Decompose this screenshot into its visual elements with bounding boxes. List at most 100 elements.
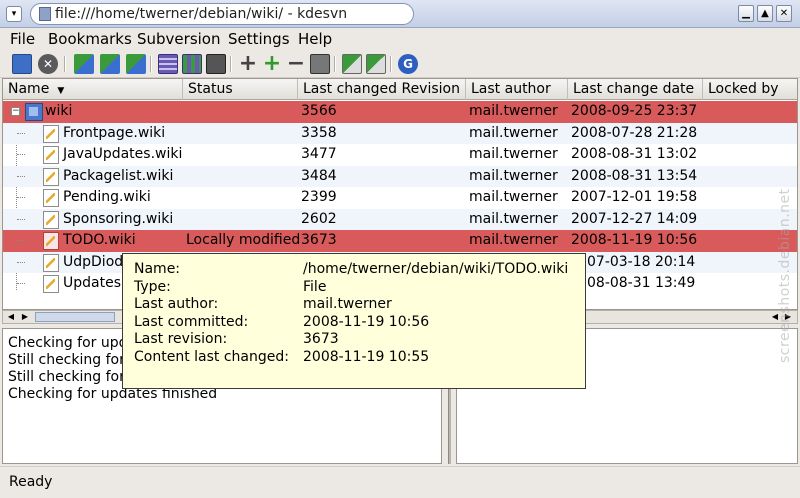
column-locked[interactable]: Locked by [703, 79, 797, 100]
tooltip-label: Name: [134, 261, 181, 277]
window-title: file:///home/twerner/debian/wiki/ - kdes… [30, 3, 414, 25]
row-name: Updates. [63, 275, 126, 291]
row-name: Pending.wiki [63, 189, 151, 205]
tree-branch [17, 261, 25, 263]
toolbar-separator [230, 56, 232, 72]
menu-help[interactable]: Help [298, 29, 332, 49]
folder-icon [25, 103, 43, 121]
tree-branch [17, 175, 25, 177]
export-icon[interactable] [366, 54, 386, 74]
log-icon[interactable] [158, 54, 178, 74]
toolbar: ✕ + + − G [0, 50, 800, 78]
revert-icon[interactable] [310, 54, 330, 74]
row-date: 2008-07-28 21:28 [571, 124, 698, 141]
collapse-toggle[interactable]: − [11, 107, 20, 116]
row-author: mail.twerner [469, 232, 558, 248]
row-author: mail.twerner [469, 167, 558, 184]
menu-bookmarks[interactable]: Bookmarks [48, 29, 132, 49]
table-row[interactable]: JavaUpdates.wiki 3477 mail.twerner 2008-… [3, 144, 797, 166]
tooltip-value: mail.twerner [303, 296, 392, 312]
table-row[interactable]: Sponsoring.wiki 2602 mail.twerner 2007-1… [3, 208, 797, 230]
toolbar-separator [390, 56, 392, 72]
maximize-button[interactable]: ▲ [757, 5, 773, 22]
tree-branch [17, 197, 25, 198]
scroll-right-icon[interactable]: ▶ [19, 312, 31, 322]
log-line: Still checking for [8, 369, 125, 385]
row-date: 2008-08-31 13:54 [571, 167, 698, 184]
wiki-file-icon [43, 167, 59, 186]
wiki-file-icon [43, 146, 59, 164]
close-window-button[interactable]: ✕ [776, 5, 792, 22]
status-text: Ready [9, 474, 53, 490]
menu-file[interactable]: File [10, 29, 35, 49]
row-revision: 2399 [301, 189, 337, 205]
tree-branch [17, 132, 25, 134]
row-name: Frontpage.wiki [63, 124, 166, 141]
sort-down-icon: ▼ [57, 86, 65, 96]
column-author[interactable]: Last author [466, 79, 568, 100]
tooltip-label: Content last changed: [134, 348, 289, 365]
tree-branch [17, 218, 25, 220]
row-revision: 3566 [301, 103, 337, 119]
menu-subversion[interactable]: Subversion [137, 29, 221, 49]
tree-branch [17, 240, 25, 241]
scroll-left-icon[interactable]: ◀ [5, 312, 17, 322]
tooltip-value: 2008-11-19 10:55 [303, 348, 430, 365]
row-name: Sponsoring.wiki [63, 210, 174, 227]
update-icon[interactable] [74, 54, 94, 74]
row-name: Packagelist.wiki [63, 167, 174, 184]
column-header: Name ▼ Status Last changed Revision Last … [3, 79, 797, 100]
scrollbar-thumb[interactable] [35, 312, 115, 322]
tooltip-value: /home/twerner/debian/wiki/TODO.wiki [303, 261, 569, 277]
add-icon[interactable]: + [238, 53, 258, 75]
row-author: mail.twerner [469, 103, 558, 119]
tooltip-label: Last revision: [134, 331, 228, 347]
table-row[interactable]: Packagelist.wiki 3484 mail.twerner 2008-… [3, 165, 797, 187]
tooltip-label: Last committed: [134, 313, 249, 330]
delete-icon[interactable]: − [286, 53, 306, 75]
row-date: 2008-08-31 13:02 [571, 146, 698, 162]
row-author: mail.twerner [469, 146, 558, 162]
column-date[interactable]: Last change date [568, 79, 703, 100]
blame-icon[interactable] [182, 54, 202, 74]
menu-settings[interactable]: Settings [228, 29, 290, 49]
app-icon [39, 7, 51, 21]
row-author: mail.twerner [469, 124, 558, 141]
tree-branch [17, 154, 25, 155]
row-name: wiki [45, 103, 73, 119]
close-icon[interactable]: ✕ [38, 54, 58, 74]
modified-file-icon [43, 232, 59, 250]
title-bar: ▾ file:///home/twerner/debian/wiki/ - kd… [0, 0, 800, 28]
wiki-file-icon [43, 210, 59, 229]
minimize-button[interactable]: ▁ [738, 5, 754, 22]
info-icon[interactable] [206, 54, 226, 74]
table-row[interactable]: Frontpage.wiki 3358 mail.twerner 2008-07… [3, 122, 797, 144]
diff-icon[interactable] [126, 54, 146, 74]
row-name: TODO.wiki [63, 232, 136, 248]
column-revision[interactable]: Last changed Revision [298, 79, 466, 100]
row-author: mail.twerner [469, 189, 558, 205]
wiki-file-icon [43, 124, 59, 143]
checkout-icon[interactable] [342, 54, 362, 74]
watermark: screenshots.debian.net [777, 188, 793, 363]
toolbar-separator [150, 56, 152, 72]
tooltip-value: 3673 [303, 331, 339, 347]
column-status[interactable]: Status [183, 79, 298, 100]
commit-icon[interactable] [100, 54, 120, 74]
wiki-file-icon [43, 275, 59, 293]
wiki-file-icon [43, 253, 59, 272]
table-row[interactable]: Pending.wiki 2399 mail.twerner 2007-12-0… [3, 187, 797, 209]
row-revision: 3673 [301, 232, 337, 248]
status-bar: Ready [0, 466, 800, 498]
add-recursive-icon[interactable]: + [262, 53, 282, 75]
open-folder-icon[interactable] [12, 54, 32, 74]
row-author: mail.twerner [469, 210, 558, 227]
window-menu-button[interactable]: ▾ [6, 6, 22, 22]
wiki-file-icon [43, 189, 59, 207]
refresh-icon[interactable]: G [398, 54, 418, 74]
toolbar-separator [334, 56, 336, 72]
table-row[interactable]: TODO.wiki Locally modified 3673 mail.twe… [3, 230, 797, 252]
column-name[interactable]: Name ▼ [3, 79, 183, 100]
row-date: 2008-09-25 23:37 [571, 103, 698, 119]
table-row[interactable]: − wiki 3566 mail.twerner 2008-09-25 23:3… [3, 101, 797, 123]
